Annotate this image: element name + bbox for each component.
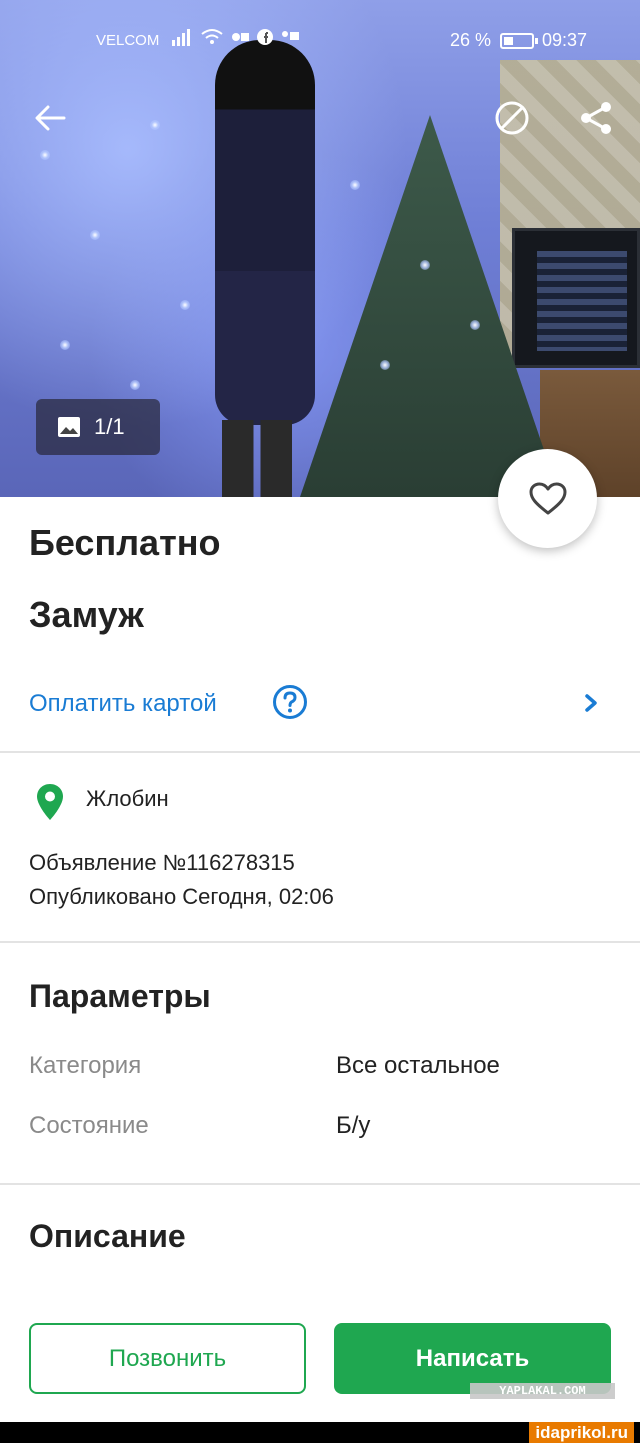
ok-mail-icon xyxy=(282,31,299,40)
published-date: Опубликовано Сегодня, 02:06 xyxy=(29,884,334,909)
param-key: Состояние xyxy=(29,1112,149,1139)
chevron-right-icon xyxy=(585,694,597,712)
image-icon xyxy=(58,417,80,437)
photo-light xyxy=(380,360,390,370)
pay-by-card-label: Оплатить картой xyxy=(29,690,217,717)
block-icon xyxy=(495,101,529,135)
listing-title: Замуж xyxy=(29,594,144,635)
share-button[interactable] xyxy=(574,96,618,140)
battery-icon xyxy=(500,33,538,49)
listing-price: Бесплатно xyxy=(29,522,221,563)
ad-number: Объявление №116278315 xyxy=(29,850,295,875)
photo-light xyxy=(40,150,50,160)
yaplakal-watermark: YAPLAKAL.COM xyxy=(470,1383,615,1399)
param-value: Б/у xyxy=(336,1112,371,1139)
clock: 09:37 xyxy=(542,30,588,50)
battery-percent: 26 % xyxy=(450,30,492,50)
photo-light xyxy=(90,230,100,240)
notification-icon xyxy=(232,33,249,41)
description-heading: Описание xyxy=(29,1218,186,1254)
status-bar: VELCOM 26 % 09:37 xyxy=(0,0,640,80)
idaprikol-watermark: idaprikol.ru xyxy=(529,1422,634,1443)
share-icon xyxy=(581,102,611,134)
photo-light xyxy=(130,380,140,390)
divider xyxy=(0,941,640,943)
params-heading: Параметры xyxy=(29,978,211,1014)
arrow-left-icon xyxy=(35,105,66,131)
back-button[interactable] xyxy=(28,96,72,140)
carrier-name: VELCOM xyxy=(96,32,160,49)
favorite-button[interactable] xyxy=(498,449,597,548)
photo-person xyxy=(215,40,315,425)
help-icon[interactable] xyxy=(272,684,308,720)
location-pin-icon xyxy=(37,784,63,820)
call-button[interactable]: Позвонить xyxy=(29,1323,306,1394)
photo-light xyxy=(470,320,480,330)
photo-person-legs xyxy=(222,420,292,497)
pay-by-card-row[interactable]: Оплатить картой xyxy=(0,672,640,738)
divider xyxy=(0,1183,640,1185)
bottom-bar: idaprikol.ru xyxy=(0,1422,640,1443)
block-button[interactable] xyxy=(490,96,534,140)
wifi-icon xyxy=(201,29,223,44)
signal-icons xyxy=(172,28,300,46)
divider xyxy=(0,751,640,753)
photo-light xyxy=(150,120,160,130)
photo-tv xyxy=(512,228,640,368)
heart-icon xyxy=(529,482,566,514)
photo-counter: 1/1 xyxy=(36,399,160,455)
photo-light xyxy=(350,180,360,190)
facebook-icon xyxy=(257,29,273,45)
photo-counter-text: 1/1 xyxy=(94,414,125,439)
param-value: Все остальное xyxy=(336,1052,500,1079)
photo-light xyxy=(420,260,430,270)
location-text: Жлобин xyxy=(86,786,169,811)
param-key: Категория xyxy=(29,1052,142,1079)
photo-light xyxy=(60,340,70,350)
photo-light xyxy=(180,300,190,310)
cell-signal-icon xyxy=(172,29,190,46)
